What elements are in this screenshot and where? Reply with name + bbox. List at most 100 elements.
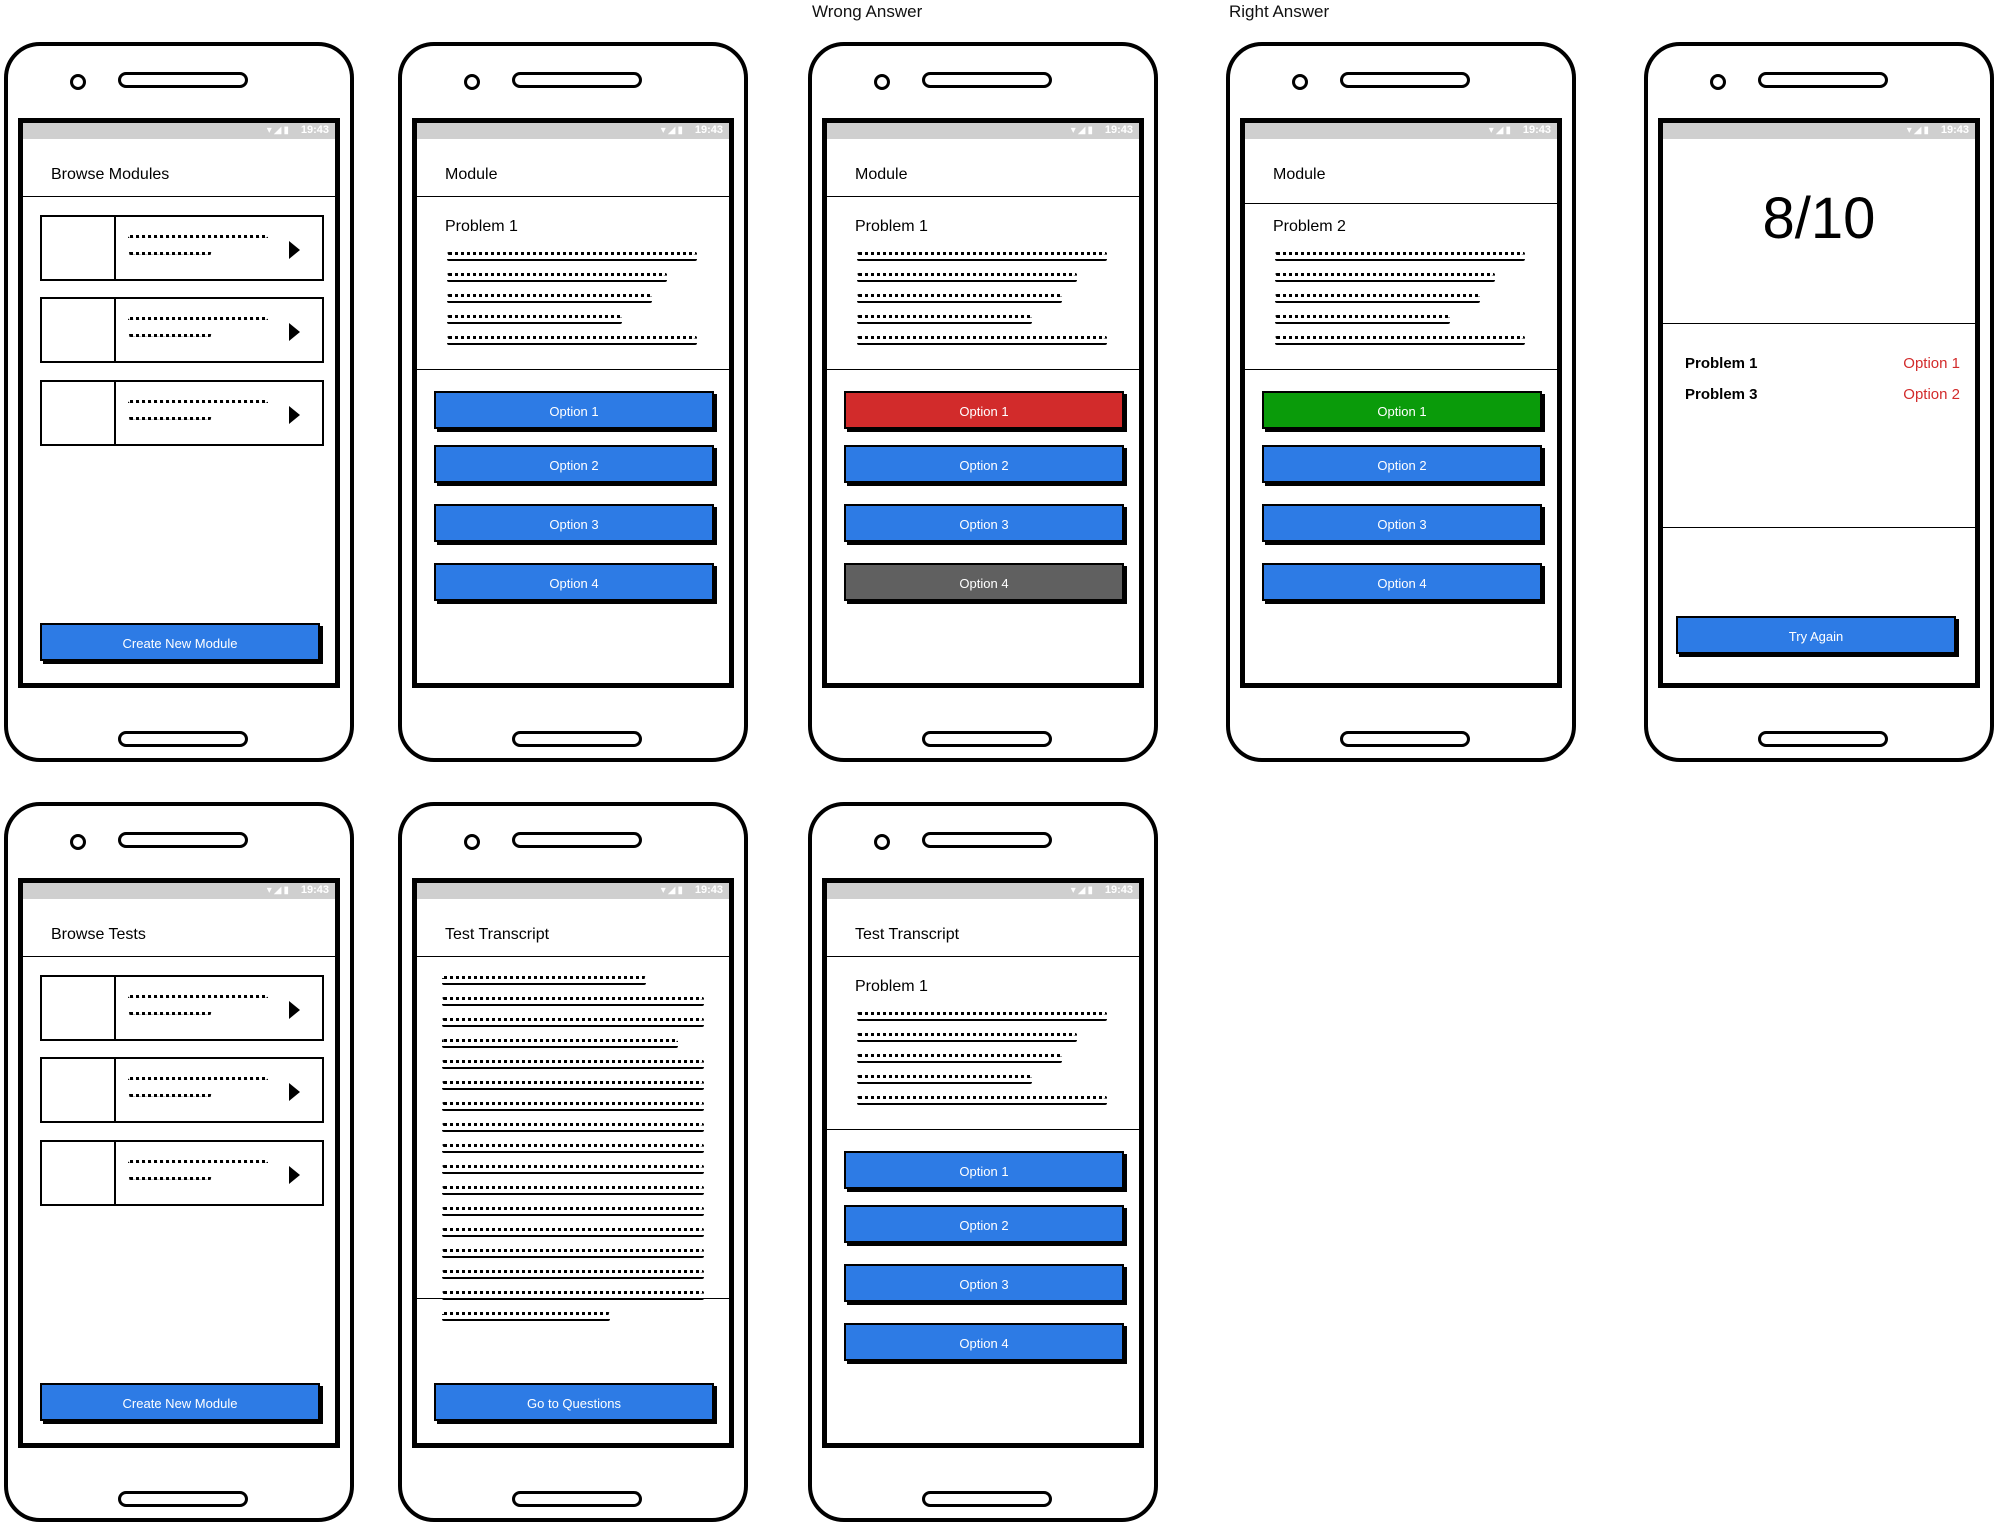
problem-section: Problem 1 — [827, 956, 1139, 1130]
option-4-button[interactable]: Option 4 — [844, 563, 1124, 601]
item-text — [128, 1160, 268, 1194]
option-4-button[interactable]: Option 4 — [844, 1323, 1124, 1361]
page-title: Test Transcript — [445, 926, 550, 943]
home-button[interactable] — [1758, 731, 1888, 747]
list-item[interactable] — [40, 1057, 324, 1123]
phone-browse-tests: ▾◢▮ 19:43 Browse Tests Create New Module — [4, 802, 354, 1522]
status-time: 19:43 — [1522, 124, 1551, 136]
title-bar: Module — [417, 139, 729, 197]
screen: ▾◢▮ 19:43 Test Transcript Go to Questions — [412, 878, 734, 1448]
arrow-right-icon[interactable] — [289, 1166, 300, 1184]
problem-section: Problem 1 — [827, 196, 1139, 370]
status-bar: ▾◢▮ 19:43 — [827, 123, 1139, 139]
phone-results: ▾◢▮ 19:43 8/10 Problem 1 Option 1 Problem … — [1644, 42, 1994, 762]
try-again-button[interactable]: Try Again — [1676, 616, 1956, 654]
right-answer-caption: Right Answer — [1229, 2, 1330, 21]
result-answer: Option 1 — [1903, 355, 1960, 372]
score-text: 8/10 — [1762, 186, 1876, 251]
list-item[interactable] — [40, 297, 324, 363]
thumbnail — [42, 299, 116, 361]
arrow-right-icon[interactable] — [289, 1001, 300, 1019]
home-button[interactable] — [118, 731, 248, 747]
option-3-button[interactable]: Option 3 — [844, 1264, 1124, 1302]
title-bar: Module — [1245, 139, 1557, 204]
arrow-right-icon[interactable] — [289, 323, 300, 341]
list-item[interactable] — [40, 975, 324, 1041]
home-button[interactable] — [922, 731, 1052, 747]
title-bar: Browse Modules — [23, 139, 335, 197]
problem-label: Problem 2 — [1273, 218, 1346, 235]
create-new-module-button[interactable]: Create New Module — [40, 623, 320, 661]
status-time: 19:43 — [694, 124, 723, 136]
item-text — [128, 317, 268, 351]
status-bar: ▾◢▮ 19:43 — [417, 123, 729, 139]
status-icons: ▾◢▮ — [266, 885, 291, 896]
camera — [1292, 74, 1308, 90]
item-text — [128, 995, 268, 1029]
arrow-right-icon[interactable] — [289, 241, 300, 259]
home-button[interactable] — [512, 731, 642, 747]
list-item[interactable] — [40, 215, 324, 281]
list-item[interactable] — [40, 380, 324, 446]
status-time: 19:43 — [1104, 884, 1133, 896]
divider — [1663, 526, 1975, 528]
status-bar: ▾◢▮ 19:43 — [417, 883, 729, 899]
speaker — [922, 72, 1052, 88]
phone-module: ▾◢▮ 19:43 Module Problem 1 Option 1 Optio… — [398, 42, 748, 762]
transcript-text — [442, 976, 704, 1333]
screen: ▾◢▮ 19:43 Browse Modules Create New Modul… — [18, 118, 340, 688]
title-bar: Test Transcript — [827, 899, 1139, 957]
option-4-button[interactable]: Option 4 — [434, 563, 714, 601]
list-item[interactable] — [40, 1140, 324, 1206]
status-bar: ▾◢▮ 19:43 — [23, 883, 335, 899]
problem-label: Problem 1 — [445, 218, 518, 235]
item-text — [128, 400, 268, 434]
status-time: 19:43 — [694, 884, 723, 896]
screen: ▾◢▮ 19:43 Browse Tests Create New Module — [18, 878, 340, 1448]
option-3-button[interactable]: Option 3 — [1262, 504, 1542, 542]
option-3-button[interactable]: Option 3 — [434, 504, 714, 542]
arrow-right-icon[interactable] — [289, 1083, 300, 1101]
result-problem: Problem 1 — [1685, 355, 1758, 372]
home-button[interactable] — [1340, 731, 1470, 747]
home-button[interactable] — [512, 1491, 642, 1507]
thumbnail — [42, 977, 116, 1039]
problem-section: Problem 2 — [1245, 203, 1557, 370]
status-icons: ▾◢▮ — [660, 885, 685, 896]
option-2-button[interactable]: Option 2 — [1262, 445, 1542, 483]
problem-label: Problem 1 — [855, 218, 928, 235]
option-2-button[interactable]: Option 2 — [844, 1205, 1124, 1243]
arrow-right-icon[interactable] — [289, 406, 300, 424]
option-1-button[interactable]: Option 1 — [844, 1151, 1124, 1189]
phone-test-transcript: ▾◢▮ 19:43 Test Transcript Go to Questions — [398, 802, 748, 1522]
option-4-button[interactable]: Option 4 — [1262, 563, 1542, 601]
home-button[interactable] — [922, 1491, 1052, 1507]
create-new-module-button[interactable]: Create New Module — [40, 1383, 320, 1421]
phone-transcript-question: ▾◢▮ 19:43 Test Transcript Problem 1 Optio… — [808, 802, 1158, 1522]
status-icons: ▾◢▮ — [266, 125, 291, 136]
page-title: Module — [1273, 166, 1326, 183]
home-button[interactable] — [118, 1491, 248, 1507]
option-1-button[interactable]: Option 1 — [1262, 391, 1542, 429]
wrong-answer-caption: Wrong Answer — [812, 2, 923, 21]
option-1-button[interactable]: Option 1 — [844, 391, 1124, 429]
speaker — [1758, 72, 1888, 88]
option-3-button[interactable]: Option 3 — [844, 504, 1124, 542]
speaker — [118, 72, 248, 88]
thumbnail — [42, 1142, 116, 1204]
option-1-button[interactable]: Option 1 — [434, 391, 714, 429]
page-title: Test Transcript — [855, 926, 960, 943]
go-to-questions-button[interactable]: Go to Questions — [434, 1383, 714, 1421]
speaker — [1340, 72, 1470, 88]
result-answer: Option 2 — [1903, 386, 1960, 403]
option-2-button[interactable]: Option 2 — [434, 445, 714, 483]
result-problem: Problem 3 — [1685, 386, 1758, 403]
option-2-button[interactable]: Option 2 — [844, 445, 1124, 483]
problem-section: Problem 1 — [417, 196, 729, 370]
page-title: Module — [855, 166, 908, 183]
status-time: 19:43 — [300, 884, 329, 896]
problem-text — [857, 1012, 1107, 1117]
camera — [464, 74, 480, 90]
screen: ▾◢▮ 19:43 Test Transcript Problem 1 Optio… — [822, 878, 1144, 1448]
status-bar: ▾◢▮ 19:43 — [23, 123, 335, 139]
